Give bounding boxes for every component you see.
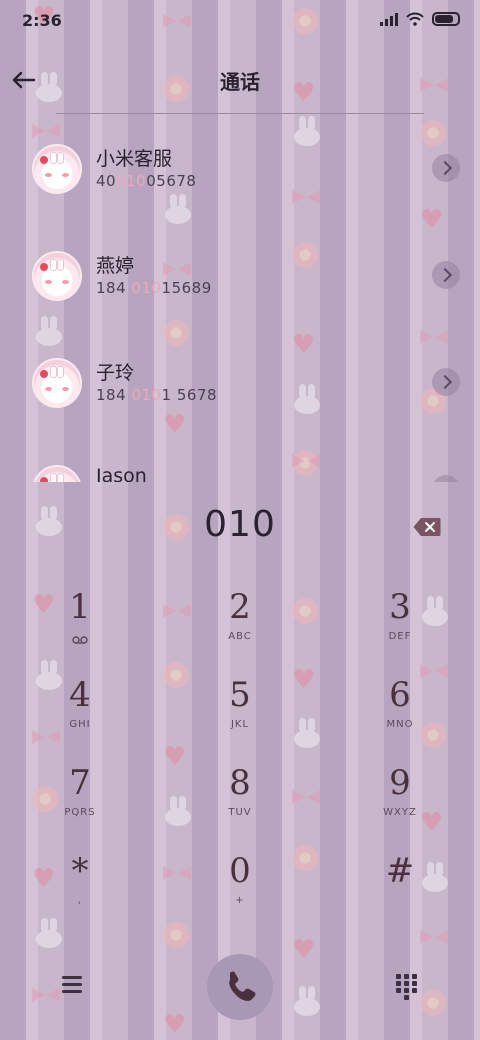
contact-row[interactable]: Jason <box>0 441 480 482</box>
header-divider <box>56 113 424 114</box>
contact-name: 小米客服 <box>96 148 173 170</box>
avatar <box>32 465 82 482</box>
bow-icon <box>420 930 448 944</box>
status-bar: 2:36 <box>0 0 480 44</box>
call-button[interactable] <box>207 954 273 1020</box>
key-0[interactable]: 0 + <box>185 849 295 927</box>
menu-icon[interactable] <box>62 976 84 994</box>
bottom-bar <box>0 950 480 1030</box>
status-icons <box>380 12 460 26</box>
heart-icon: ♥ <box>163 742 187 772</box>
key-star[interactable]: * , <box>25 849 135 927</box>
key-9[interactable]: 9 WXYZ <box>345 761 455 839</box>
phone-icon <box>229 971 256 1001</box>
key-2[interactable]: 2 ABC <box>185 585 295 663</box>
backspace-icon[interactable] <box>413 517 441 537</box>
bunny-icon <box>294 718 320 748</box>
key-1[interactable]: 1 <box>25 585 135 663</box>
flower-icon <box>292 845 318 871</box>
contact-name: 燕婷 <box>96 255 135 277</box>
voicemail-icon <box>72 636 88 644</box>
contact-row[interactable]: 子玲 184 0101 5678 <box>0 334 480 430</box>
avatar <box>32 358 82 408</box>
contact-list[interactable]: 小米客服 4001005678 燕婷 184 01015689 子玲 184 0… <box>0 120 480 482</box>
signal-icon <box>380 12 398 26</box>
contact-row[interactable]: 小米客服 4001005678 <box>0 120 480 216</box>
contact-name: 子玲 <box>96 362 135 384</box>
page-title: 通话 <box>220 70 260 94</box>
chevron-right-icon[interactable] <box>432 154 460 182</box>
header: 通话 <box>0 56 480 106</box>
contact-name: Jason <box>96 465 147 482</box>
contact-row[interactable]: 燕婷 184 01015689 <box>0 227 480 323</box>
contact-number: 184 0101 5678 <box>96 386 218 404</box>
key-5[interactable]: 5 JKL <box>185 673 295 751</box>
avatar <box>32 144 82 194</box>
contact-number: 4001005678 <box>96 172 197 190</box>
wifi-icon <box>406 12 424 26</box>
status-time: 2:36 <box>22 11 62 30</box>
chevron-right-icon[interactable] <box>432 368 460 396</box>
key-6[interactable]: 6 MNO <box>345 673 455 751</box>
key-hash[interactable]: # <box>345 849 455 927</box>
dialpad-icon[interactable] <box>396 974 418 1000</box>
key-3[interactable]: 3 DEF <box>345 585 455 663</box>
battery-icon <box>432 12 460 26</box>
chevron-right-icon[interactable] <box>432 261 460 289</box>
heart-icon: ♥ <box>292 665 316 695</box>
key-7[interactable]: 7 PQRS <box>25 761 135 839</box>
bow-icon <box>292 790 320 804</box>
key-8[interactable]: 8 TUV <box>185 761 295 839</box>
contact-number: 184 01015689 <box>96 279 212 297</box>
flower-icon <box>292 598 318 624</box>
key-4[interactable]: 4 GHI <box>25 673 135 751</box>
avatar <box>32 251 82 301</box>
chevron-right-icon[interactable] <box>432 475 460 482</box>
dialed-number: 010 <box>204 504 276 545</box>
